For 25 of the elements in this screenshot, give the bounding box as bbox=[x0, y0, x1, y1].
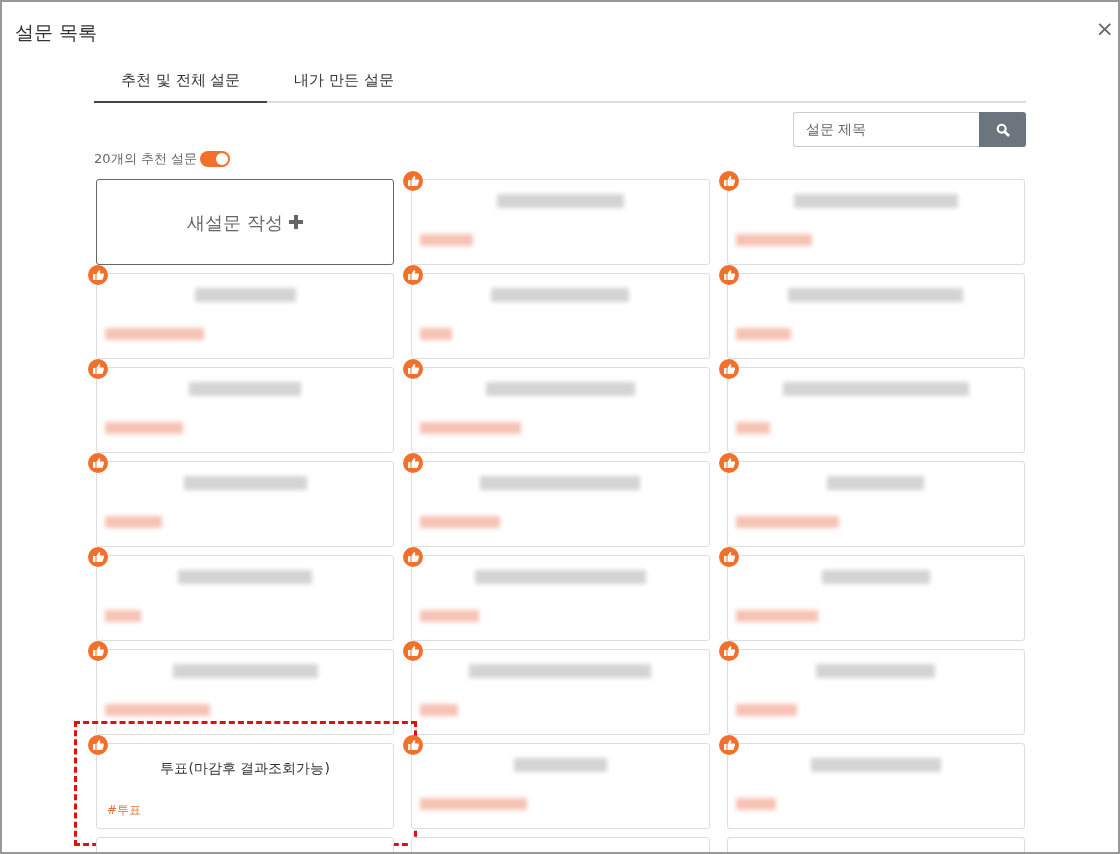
tab[interactable]: 추천 및 전체 설문 bbox=[94, 68, 268, 103]
blurred-tag bbox=[735, 798, 776, 810]
blurred-tag bbox=[735, 422, 770, 434]
recommend-toggle[interactable] bbox=[199, 151, 230, 167]
close-button[interactable]: × bbox=[1095, 18, 1114, 40]
blurred-tag bbox=[105, 516, 162, 528]
recommended-count-label: 20개의 추천 설문 bbox=[94, 150, 197, 169]
blurred-tag bbox=[420, 328, 453, 340]
search-field[interactable]: 설문 제목 bbox=[793, 112, 979, 147]
survey-title: 투표(마감후 결과조회가능) bbox=[160, 759, 330, 778]
search-button[interactable] bbox=[979, 112, 1026, 147]
survey-card[interactable]: 투표(마감후 결과조회가능) #투표 bbox=[96, 743, 395, 829]
plus-icon bbox=[289, 215, 304, 229]
blurred-tag bbox=[420, 234, 474, 246]
survey-tag: #투표 bbox=[107, 801, 142, 819]
search-icon bbox=[995, 122, 1010, 137]
blurred-tag bbox=[105, 610, 141, 622]
blurred-tag bbox=[420, 704, 459, 716]
tab[interactable]: 내가 만든 설문 bbox=[267, 68, 421, 103]
dialog-title: 설문 목록 bbox=[15, 20, 98, 45]
blurred-tag bbox=[735, 328, 791, 340]
new-survey-button[interactable]: 새설문 작성 bbox=[96, 179, 395, 265]
blurred-tag bbox=[420, 610, 480, 622]
survey-card[interactable] bbox=[96, 649, 395, 735]
blurred-tag bbox=[735, 704, 797, 716]
